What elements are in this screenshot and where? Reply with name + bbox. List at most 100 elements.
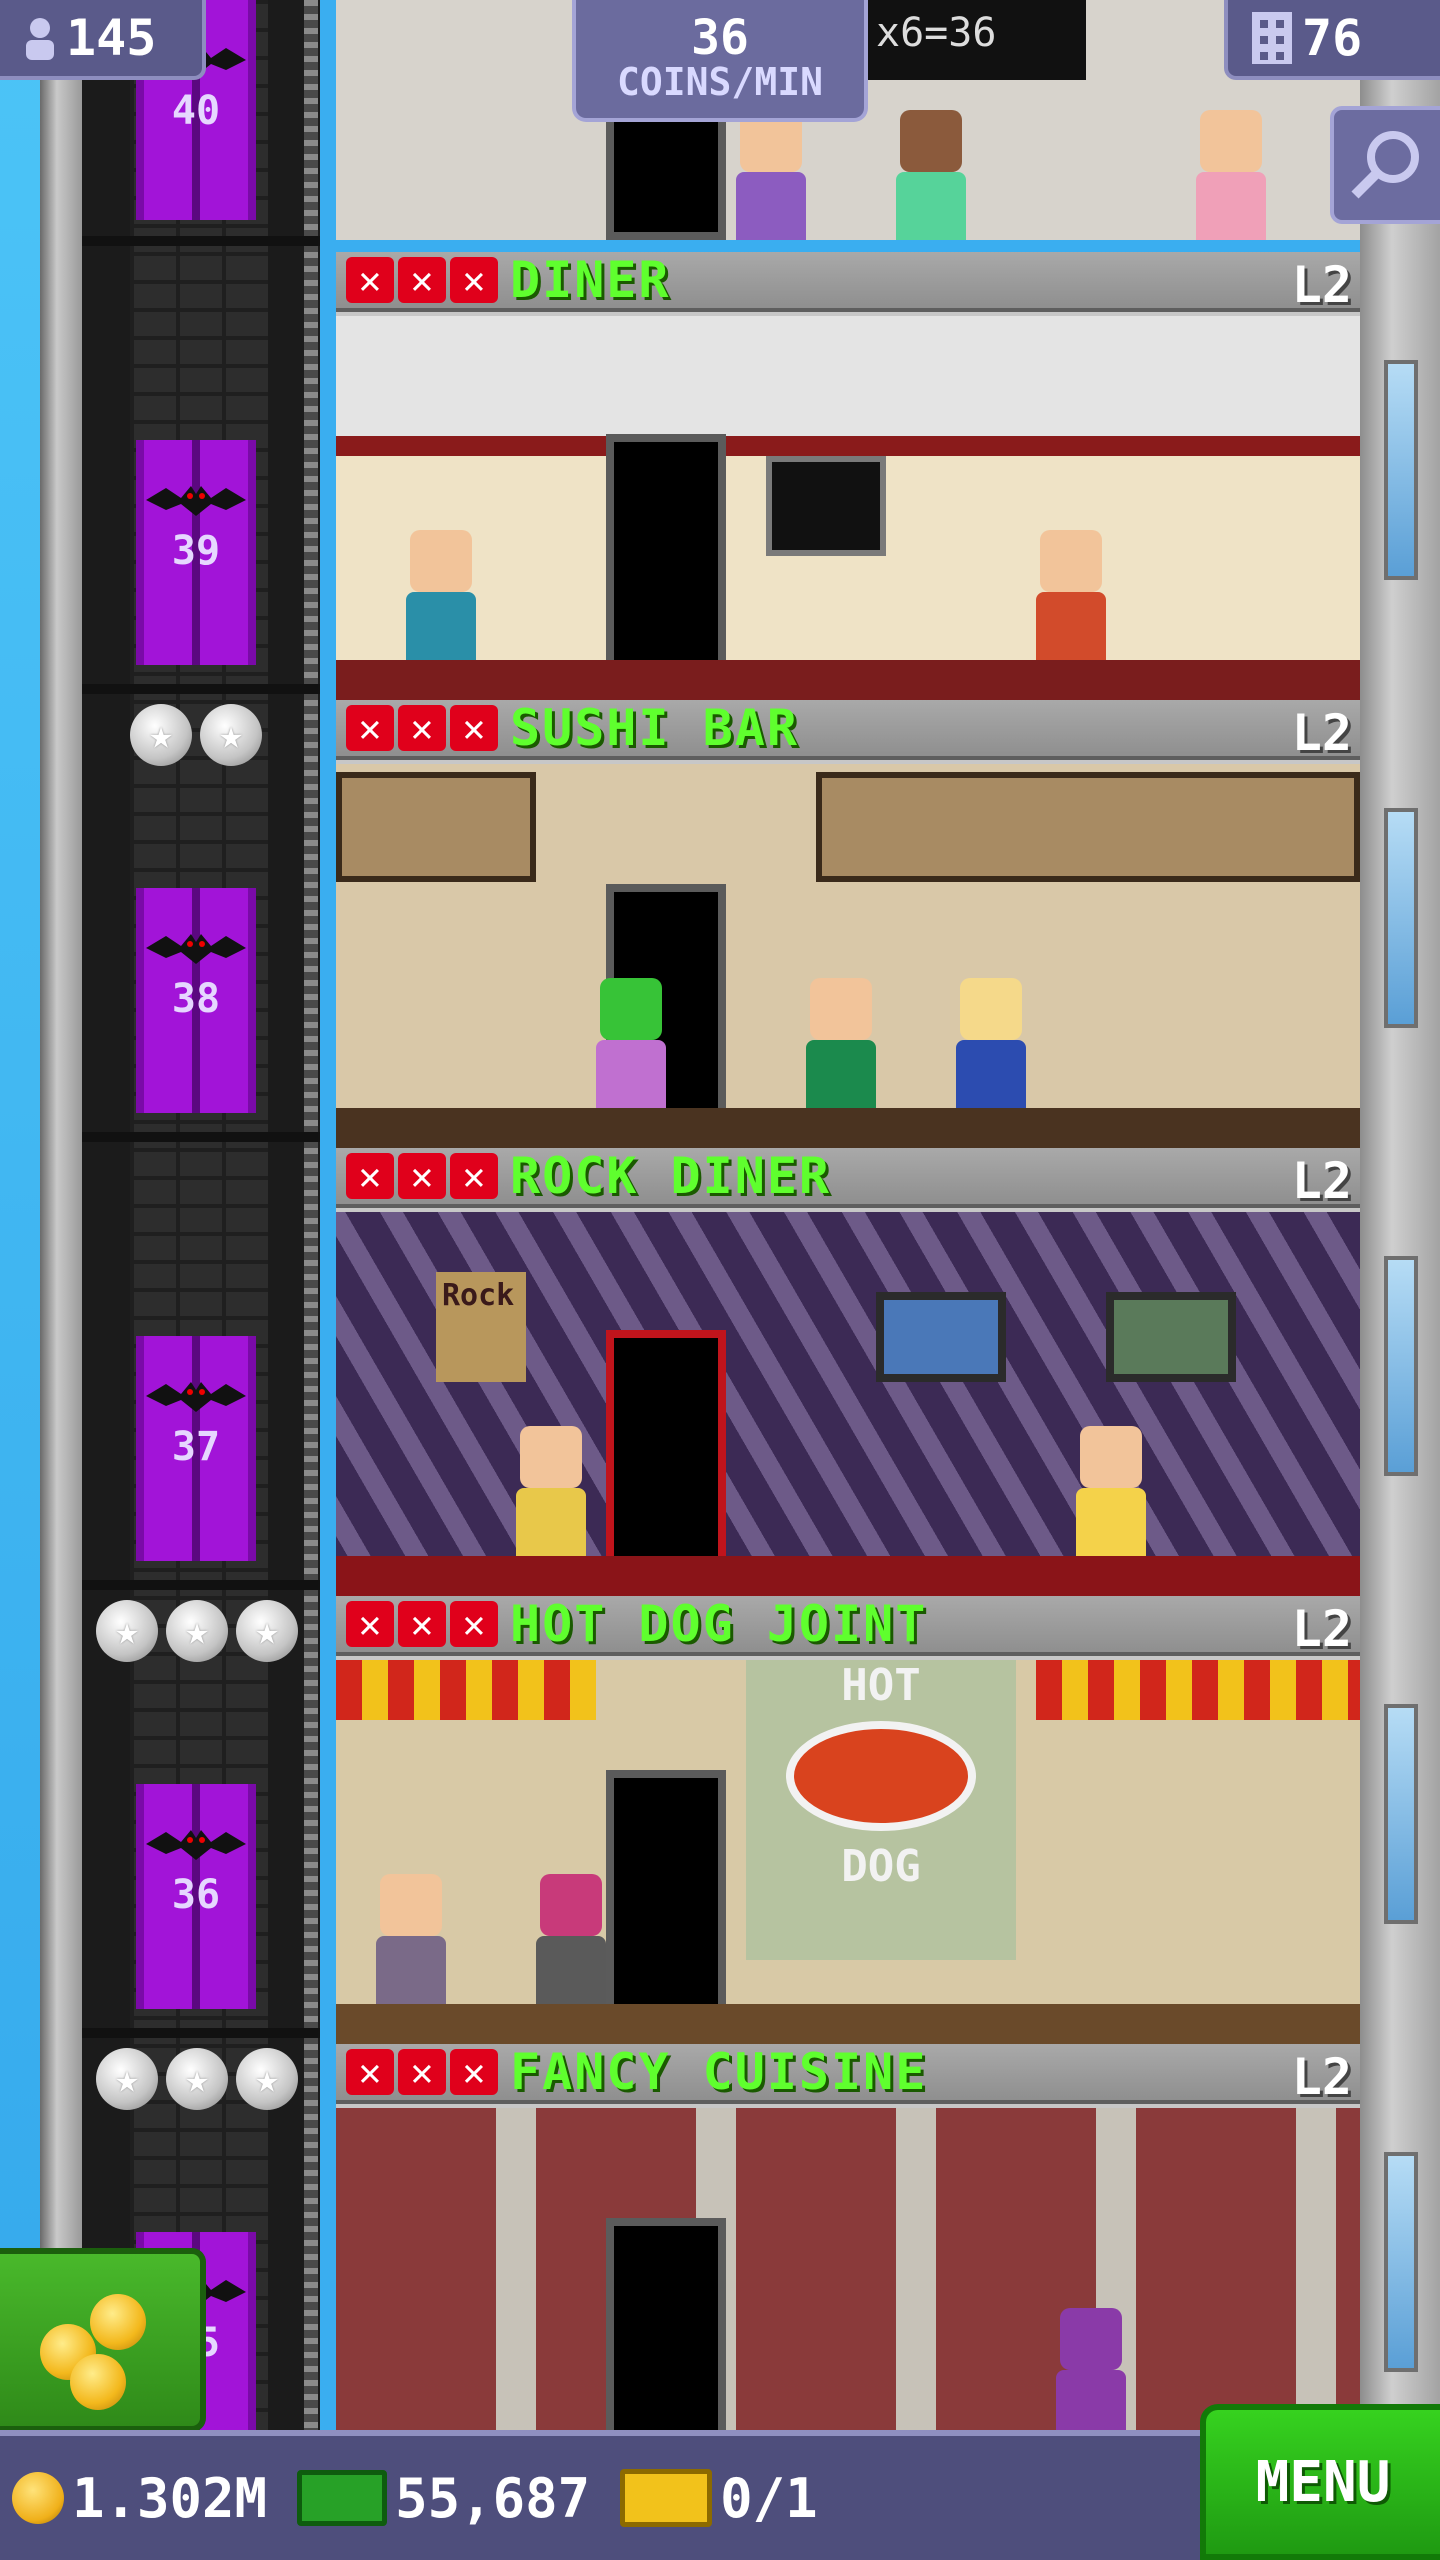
coins-per-minute[interactable]: 36 COINS/MIN xyxy=(572,0,868,122)
floor-rock-diner[interactable]: ✕ ✕ ✕ ROCK DINER L2 Rock xyxy=(336,1148,1360,1596)
x-icon: ✕ xyxy=(346,257,394,303)
coins-value: 1.302M xyxy=(72,2466,268,2530)
tenant[interactable] xyxy=(1196,110,1266,240)
bat-icon xyxy=(146,1830,246,1860)
floor-header[interactable]: ✕ ✕ ✕ SUSHI BAR L2 xyxy=(336,700,1360,762)
x-icon: ✕ xyxy=(450,1153,498,1199)
star-icon: ★ xyxy=(166,2048,228,2110)
floor-door xyxy=(606,1770,726,2020)
sushi-counter xyxy=(336,1108,1360,1148)
tenant[interactable] xyxy=(1036,530,1106,660)
bux-stat[interactable]: 55,687 xyxy=(297,2467,590,2530)
fancy-cuisine-scene xyxy=(336,2108,1360,2430)
x-icon: ✕ xyxy=(450,1601,498,1647)
x-icon: ✕ xyxy=(346,2049,394,2095)
floor-door xyxy=(606,1330,726,1580)
awning xyxy=(336,1660,596,1720)
x-icon: ✕ xyxy=(450,2049,498,2095)
collect-coins-button[interactable] xyxy=(0,2248,206,2432)
magnify-icon xyxy=(1351,131,1419,199)
menu-label: MENU xyxy=(1255,2449,1391,2515)
x-icon: ✕ xyxy=(398,1601,446,1647)
floor-header[interactable]: ✕ ✕ ✕ DINER L2 xyxy=(336,252,1360,314)
menu-button[interactable]: MENU xyxy=(1200,2404,1440,2560)
elevator-floor-number: 38 xyxy=(171,976,221,1022)
population-value: 145 xyxy=(66,9,157,67)
star-icon: ★ xyxy=(236,2048,298,2110)
ticket-icon xyxy=(620,2469,713,2527)
floor-name: DINER xyxy=(510,252,671,309)
x-icon: ✕ xyxy=(346,1601,394,1647)
sushi-bar-scene xyxy=(336,764,1360,1148)
elevator-floor-number: 36 xyxy=(171,1872,221,1918)
unstocked-marks: ✕ ✕ ✕ xyxy=(346,705,498,751)
floor-header[interactable]: ✕ ✕ ✕ FANCY CUISINE L2 xyxy=(336,2044,1360,2106)
hot-dog-joint-scene: HOT DOG xyxy=(336,1660,1360,2044)
sushi-bar-stars: ★ ★ xyxy=(130,704,262,766)
tenant[interactable] xyxy=(376,1874,446,2004)
search-floor-button[interactable] xyxy=(1330,106,1440,224)
tenant[interactable] xyxy=(896,110,966,240)
floor-count-value: 76 xyxy=(1302,9,1363,67)
unstocked-marks: ✕ ✕ ✕ xyxy=(346,2049,498,2095)
floor-level: L2 xyxy=(1291,1600,1352,1658)
elevator-car[interactable]: 36 xyxy=(136,1784,256,2009)
x-icon: ✕ xyxy=(346,1153,394,1199)
awning xyxy=(1036,1660,1360,1720)
elevator-car[interactable]: 38 xyxy=(136,888,256,1113)
floor-name: ROCK DINER xyxy=(510,1148,832,1205)
floor-header[interactable]: ✕ ✕ ✕ HOT DOG JOINT L2 xyxy=(336,1596,1360,1658)
floor-door xyxy=(606,434,726,684)
tenant[interactable] xyxy=(406,530,476,660)
x-icon: ✕ xyxy=(398,1153,446,1199)
menu-board xyxy=(766,456,886,556)
unstocked-marks: ✕ ✕ ✕ xyxy=(346,1601,498,1647)
x-icon: ✕ xyxy=(398,2049,446,2095)
coins-stat[interactable]: 1.302M xyxy=(12,2467,267,2530)
floor-header[interactable]: ✕ ✕ ✕ ROCK DINER L2 xyxy=(336,1148,1360,1210)
coins-per-minute-label: COINS/MIN xyxy=(617,60,823,105)
population-counter[interactable]: 145 xyxy=(0,0,206,80)
floor-name: HOT DOG JOINT xyxy=(510,1596,928,1653)
shaft-rail xyxy=(304,0,318,2430)
floor-fancy-cuisine[interactable]: ✕ ✕ ✕ FANCY CUISINE L2 xyxy=(336,2044,1360,2430)
tenant[interactable] xyxy=(1076,1426,1146,1556)
floor-sushi-bar[interactable]: ✕ ✕ ✕ SUSHI BAR L2 xyxy=(336,700,1360,1148)
diner-counter xyxy=(336,660,1360,700)
hot-dog-sign-bottom: DOG xyxy=(841,1841,921,1892)
floor-hot-dog-joint[interactable]: ✕ ✕ ✕ HOT DOG JOINT L2 HOT DOG xyxy=(336,1596,1360,2044)
star-icon: ★ xyxy=(200,704,262,766)
star-icon: ★ xyxy=(236,1600,298,1662)
fancy-cuisine-stars: ★ ★ ★ xyxy=(96,2048,298,2110)
wall-window xyxy=(1384,808,1418,1028)
bat-icon xyxy=(146,934,246,964)
tenant[interactable] xyxy=(536,1874,606,2004)
tenant[interactable] xyxy=(596,978,666,1108)
elevator-car[interactable]: 39 xyxy=(136,440,256,665)
bux-icon xyxy=(297,2470,388,2526)
elevator-car[interactable]: 37 xyxy=(136,1336,256,1561)
sushi-window xyxy=(816,772,1360,882)
floor-level: L2 xyxy=(1291,2048,1352,2106)
tenant[interactable] xyxy=(736,110,806,240)
hot-dog-icon xyxy=(786,1721,976,1831)
diner-scene xyxy=(336,316,1360,700)
floor-counter[interactable]: 76 xyxy=(1224,0,1440,80)
unstocked-marks: ✕ ✕ ✕ xyxy=(346,1153,498,1199)
tickets-stat[interactable]: 0/1 xyxy=(620,2467,818,2530)
tv-screen xyxy=(876,1292,1006,1382)
floor-level: L2 xyxy=(1291,1152,1352,1210)
wall-window xyxy=(1384,2152,1418,2372)
floor-name: FANCY CUISINE xyxy=(510,2044,928,2101)
tenant[interactable] xyxy=(956,978,1026,1108)
tenant[interactable] xyxy=(516,1426,586,1556)
star-icon: ★ xyxy=(130,704,192,766)
building-edge xyxy=(40,0,82,2430)
tenant[interactable] xyxy=(806,978,876,1108)
floor-diner[interactable]: ✕ ✕ ✕ DINER L2 xyxy=(336,252,1360,700)
star-icon: ★ xyxy=(166,1600,228,1662)
wall-window xyxy=(1384,1704,1418,1924)
x-icon: ✕ xyxy=(398,257,446,303)
tenant[interactable] xyxy=(1056,2308,1126,2430)
sushi-window xyxy=(336,772,536,882)
